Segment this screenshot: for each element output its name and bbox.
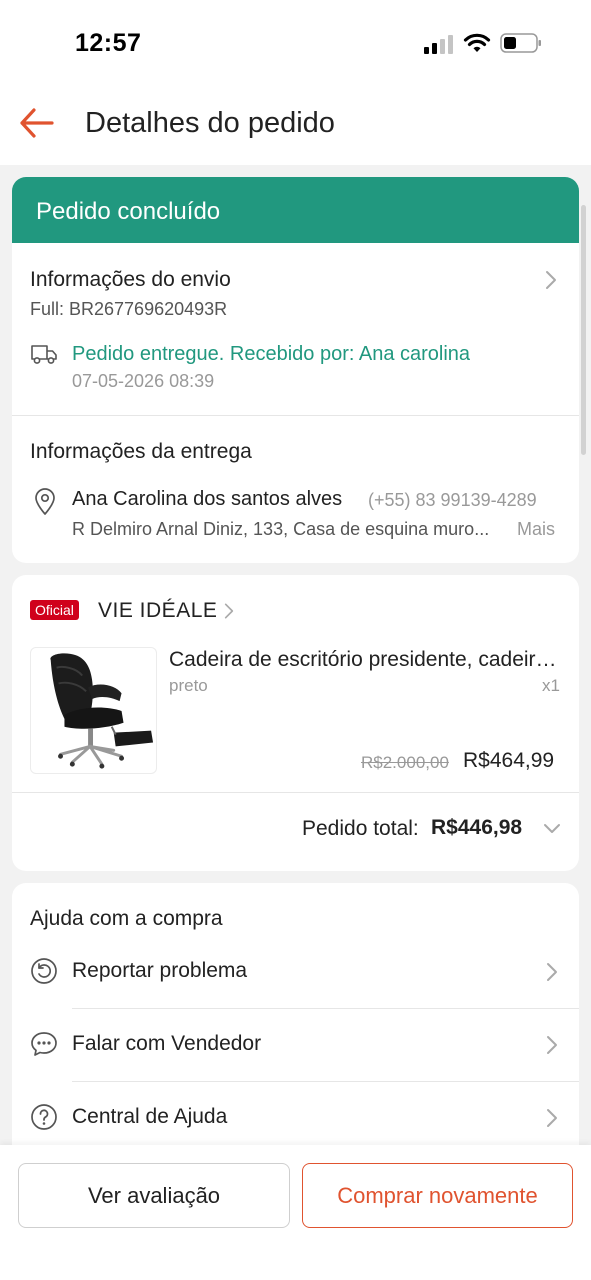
store-name: VIE IDÉALE	[98, 599, 218, 622]
status-time: 12:57	[75, 29, 142, 57]
chat-icon	[31, 1032, 57, 1056]
chevron-right-icon	[547, 963, 557, 981]
order-total-label: Pedido total:	[302, 817, 419, 840]
more-link[interactable]: Mais	[517, 519, 555, 540]
product-variant: preto	[169, 676, 208, 695]
chevron-right-icon	[546, 271, 556, 289]
view-review-button[interactable]: Ver avaliação	[18, 1163, 290, 1228]
wifi-icon	[463, 33, 491, 52]
app-header: Detalhes do pedido	[0, 88, 591, 165]
tracking-number: Full: BR267769620493R	[30, 299, 228, 319]
help-item-chat-seller[interactable]: Falar com Vendedor	[12, 1008, 579, 1081]
order-items-card: Oficial VIE IDÉALE Cadeira de escritório…	[12, 575, 579, 871]
divider	[12, 792, 579, 793]
chevron-right-icon	[547, 1109, 557, 1127]
help-icon	[31, 1104, 57, 1130]
help-item-label: Central de Ajuda	[72, 1105, 228, 1128]
order-total-value: R$446,98	[431, 816, 523, 839]
product-price: R$464,99	[463, 749, 555, 772]
delivered-timestamp: 07-05-2026 08:39	[72, 371, 215, 391]
buy-again-button[interactable]: Comprar novamente	[302, 1163, 573, 1228]
chevron-right-icon	[224, 603, 234, 619]
page-title: Detalhes do pedido	[85, 107, 335, 139]
product-quantity: x1	[542, 676, 560, 695]
product-image	[30, 647, 157, 774]
status-bar: 12:57	[0, 0, 591, 88]
official-badge: Oficial	[30, 600, 79, 620]
delivered-status: Pedido entregue. Recebido por: Ana carol…	[72, 343, 471, 365]
help-item-help-center[interactable]: Central de Ajuda	[12, 1081, 579, 1145]
product-name: Cadeira de escritório presidente, cadeir…	[169, 648, 562, 671]
recipient-phone: (+55) 83 99139-4289	[368, 490, 537, 510]
delivery-info-title: Informações da entrega	[30, 440, 252, 463]
battery-icon	[500, 33, 541, 53]
bottom-action-bar: Ver avaliação Comprar novamente	[0, 1145, 591, 1280]
help-item-label: Falar com Vendedor	[72, 1032, 262, 1055]
divider	[12, 415, 579, 416]
help-item-report-problem[interactable]: Reportar problema	[12, 935, 579, 1008]
order-status-banner: Pedido concluído	[12, 177, 579, 243]
order-info-card: Pedido concluído Informações do envio Fu…	[12, 177, 579, 563]
scrollbar[interactable]	[581, 205, 586, 455]
location-pin-icon	[35, 488, 55, 515]
delivery-address: R Delmiro Arnal Diniz, 133, Casa de esqu…	[72, 519, 490, 539]
original-price: R$2.000,00	[361, 753, 449, 772]
back-arrow-icon[interactable]	[18, 106, 56, 140]
office-chair-image	[50, 653, 154, 769]
shipping-info-title: Informações do envio	[30, 268, 231, 291]
recipient-name: Ana Carolina dos santos alves	[72, 488, 343, 510]
help-item-label: Reportar problema	[72, 959, 248, 982]
report-problem-icon	[31, 958, 57, 984]
chevron-right-icon	[547, 1036, 557, 1054]
truck-icon	[31, 345, 57, 364]
chevron-down-icon	[544, 824, 560, 833]
help-card: Ajuda com a compra Reportar problema Fal…	[12, 883, 579, 1145]
help-title: Ajuda com a compra	[30, 907, 223, 930]
cellular-signal-icon	[424, 35, 453, 54]
